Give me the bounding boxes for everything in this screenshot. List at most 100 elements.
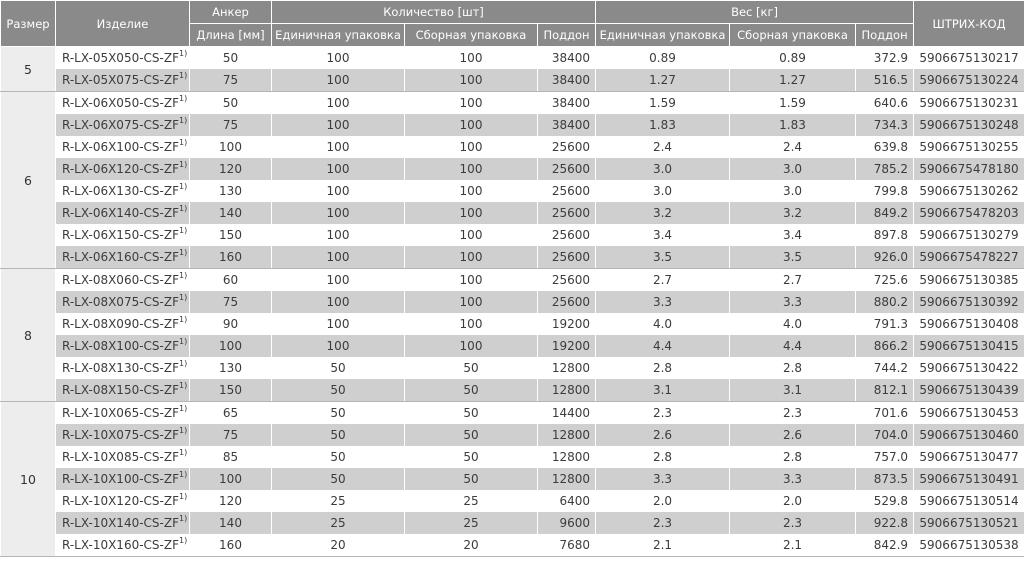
header-weight-bulk: Сборная упаковка (729, 23, 857, 47)
header-barcode: ШТРИХ-КОД (913, 0, 1024, 47)
qty-unit-cell: 100 (271, 114, 405, 136)
size-cell: 10 (0, 401, 56, 557)
qty-unit-cell: 50 (271, 401, 405, 424)
size-cell: 8 (0, 268, 56, 402)
table-row: R-LX-06X130-CS-ZF1) 130 100 100 25600 3.0 3.0 7… (1, 180, 1024, 202)
barcode-cell: 5906675130217 (913, 46, 1024, 69)
product-cell: R-LX-08X060-CS-ZF1) (55, 268, 190, 291)
qty-bulk-cell: 50 (404, 401, 538, 424)
weight-unit-cell: 2.3 (595, 401, 731, 424)
qty-bulk-cell: 50 (404, 446, 538, 468)
length-cell: 60 (189, 268, 272, 291)
qty-bulk-cell: 50 (404, 379, 538, 402)
weight-unit-cell: 3.2 (595, 202, 731, 224)
qty-unit-cell: 20 (271, 534, 405, 557)
weight-pallet-cell: 704.0 (855, 424, 915, 446)
weight-bulk-cell: 2.1 (729, 534, 857, 557)
product-code: R-LX-08X100-CS-ZF (62, 339, 179, 353)
weight-unit-cell: 2.3 (595, 512, 731, 534)
qty-pallet-cell: 25600 (536, 268, 597, 291)
barcode-cell: 5906675130262 (913, 180, 1024, 202)
weight-bulk-cell: 3.4 (729, 224, 857, 246)
weight-pallet-cell: 873.5 (855, 468, 915, 490)
weight-unit-cell: 0.89 (595, 46, 731, 69)
table-row: R-LX-05X075-CS-ZF1) 75 100 100 38400 1.27 1.27… (1, 69, 1024, 92)
weight-unit-cell: 1.27 (595, 69, 731, 92)
footnote-mark: 1) (179, 49, 188, 58)
length-cell: 100 (189, 335, 272, 357)
qty-unit-cell: 100 (271, 158, 405, 180)
weight-unit-cell: 3.4 (595, 224, 731, 246)
header-anchor-length: Длина [мм] (189, 23, 272, 47)
length-cell: 150 (189, 224, 272, 246)
weight-unit-cell: 3.0 (595, 158, 731, 180)
weight-pallet-cell: 812.1 (855, 379, 915, 402)
weight-unit-cell: 3.3 (595, 291, 731, 313)
header-qty-unit: Единичная упаковка (271, 23, 405, 47)
qty-pallet-cell: 25600 (536, 180, 597, 202)
qty-bulk-cell: 25 (404, 512, 538, 534)
product-code: R-LX-06X140-CS-ZF (62, 206, 179, 220)
footnote-mark: 1) (179, 182, 188, 191)
weight-unit-cell: 2.0 (595, 490, 731, 512)
barcode-cell: 5906675478203 (913, 202, 1024, 224)
product-cell: R-LX-08X075-CS-ZF1) (55, 291, 190, 313)
qty-pallet-cell: 25600 (536, 136, 597, 158)
weight-unit-cell: 3.5 (595, 246, 731, 269)
product-code: R-LX-10X140-CS-ZF (62, 516, 179, 530)
footnote-mark: 1) (179, 248, 188, 257)
table-row: R-LX-10X100-CS-ZF1) 100 50 50 12800 3.3 3.3 873… (1, 468, 1024, 490)
barcode-cell: 5906675130538 (913, 534, 1024, 557)
length-cell: 85 (189, 446, 272, 468)
product-cell: R-LX-06X150-CS-ZF1) (55, 224, 190, 246)
table-row: R-LX-06X120-CS-ZF1) 120 100 100 25600 3.0 3.0 7… (1, 158, 1024, 180)
length-cell: 140 (189, 512, 272, 534)
size-cell: 6 (0, 91, 56, 269)
length-cell: 150 (189, 379, 272, 402)
weight-pallet-cell: 799.8 (855, 180, 915, 202)
product-code: R-LX-06X050-CS-ZF (62, 96, 179, 110)
size-cell: 5 (0, 46, 56, 92)
weight-unit-cell: 2.8 (595, 357, 731, 379)
product-code: R-LX-10X120-CS-ZF (62, 494, 179, 508)
qty-unit-cell: 100 (271, 313, 405, 335)
header-qty-bulk: Сборная упаковка (404, 23, 538, 47)
qty-bulk-cell: 100 (404, 224, 538, 246)
length-cell: 50 (189, 91, 272, 114)
weight-unit-cell: 2.4 (595, 136, 731, 158)
length-cell: 120 (189, 490, 272, 512)
length-cell: 130 (189, 180, 272, 202)
weight-pallet-cell: 922.8 (855, 512, 915, 534)
length-cell: 160 (189, 246, 272, 269)
qty-pallet-cell: 12800 (536, 357, 597, 379)
product-code: R-LX-06X150-CS-ZF (62, 228, 179, 242)
product-cell: R-LX-06X050-CS-ZF1) (55, 91, 190, 114)
qty-bulk-cell: 100 (404, 69, 538, 92)
length-cell: 120 (189, 158, 272, 180)
weight-bulk-cell: 1.59 (729, 91, 857, 114)
footnote-mark: 1) (179, 271, 188, 280)
weight-unit-cell: 2.8 (595, 446, 731, 468)
footnote-mark: 1) (179, 536, 188, 545)
header-qty-pallet: Поддон (536, 23, 597, 47)
qty-bulk-cell: 100 (404, 180, 538, 202)
qty-pallet-cell: 12800 (536, 468, 597, 490)
weight-bulk-cell: 2.0 (729, 490, 857, 512)
table-row: R-LX-10X160-CS-ZF1) 160 20 20 7680 2.1 2.1 842.… (1, 534, 1024, 557)
product-code: R-LX-05X050-CS-ZF (62, 51, 179, 65)
barcode-cell: 5906675130224 (913, 69, 1024, 92)
weight-pallet-cell: 372.9 (855, 46, 915, 69)
qty-unit-cell: 50 (271, 424, 405, 446)
footnote-mark: 1) (179, 138, 188, 147)
qty-pallet-cell: 19200 (536, 313, 597, 335)
product-cell: R-LX-10X100-CS-ZF1) (55, 468, 190, 490)
qty-pallet-cell: 38400 (536, 91, 597, 114)
product-code: R-LX-06X120-CS-ZF (62, 162, 179, 176)
weight-bulk-cell: 3.0 (729, 180, 857, 202)
product-cell: R-LX-08X150-CS-ZF1) (55, 379, 190, 402)
header-weight: Вес [кг] (595, 0, 915, 24)
table-header: Размер Изделие Анкер Количество [шт] Вес… (0, 0, 1024, 47)
product-cell: R-LX-06X100-CS-ZF1) (55, 136, 190, 158)
product-code: R-LX-10X085-CS-ZF (62, 450, 179, 464)
table-row: R-LX-08X075-CS-ZF1) 75 100 100 25600 3.3 3.3 88… (1, 291, 1024, 313)
